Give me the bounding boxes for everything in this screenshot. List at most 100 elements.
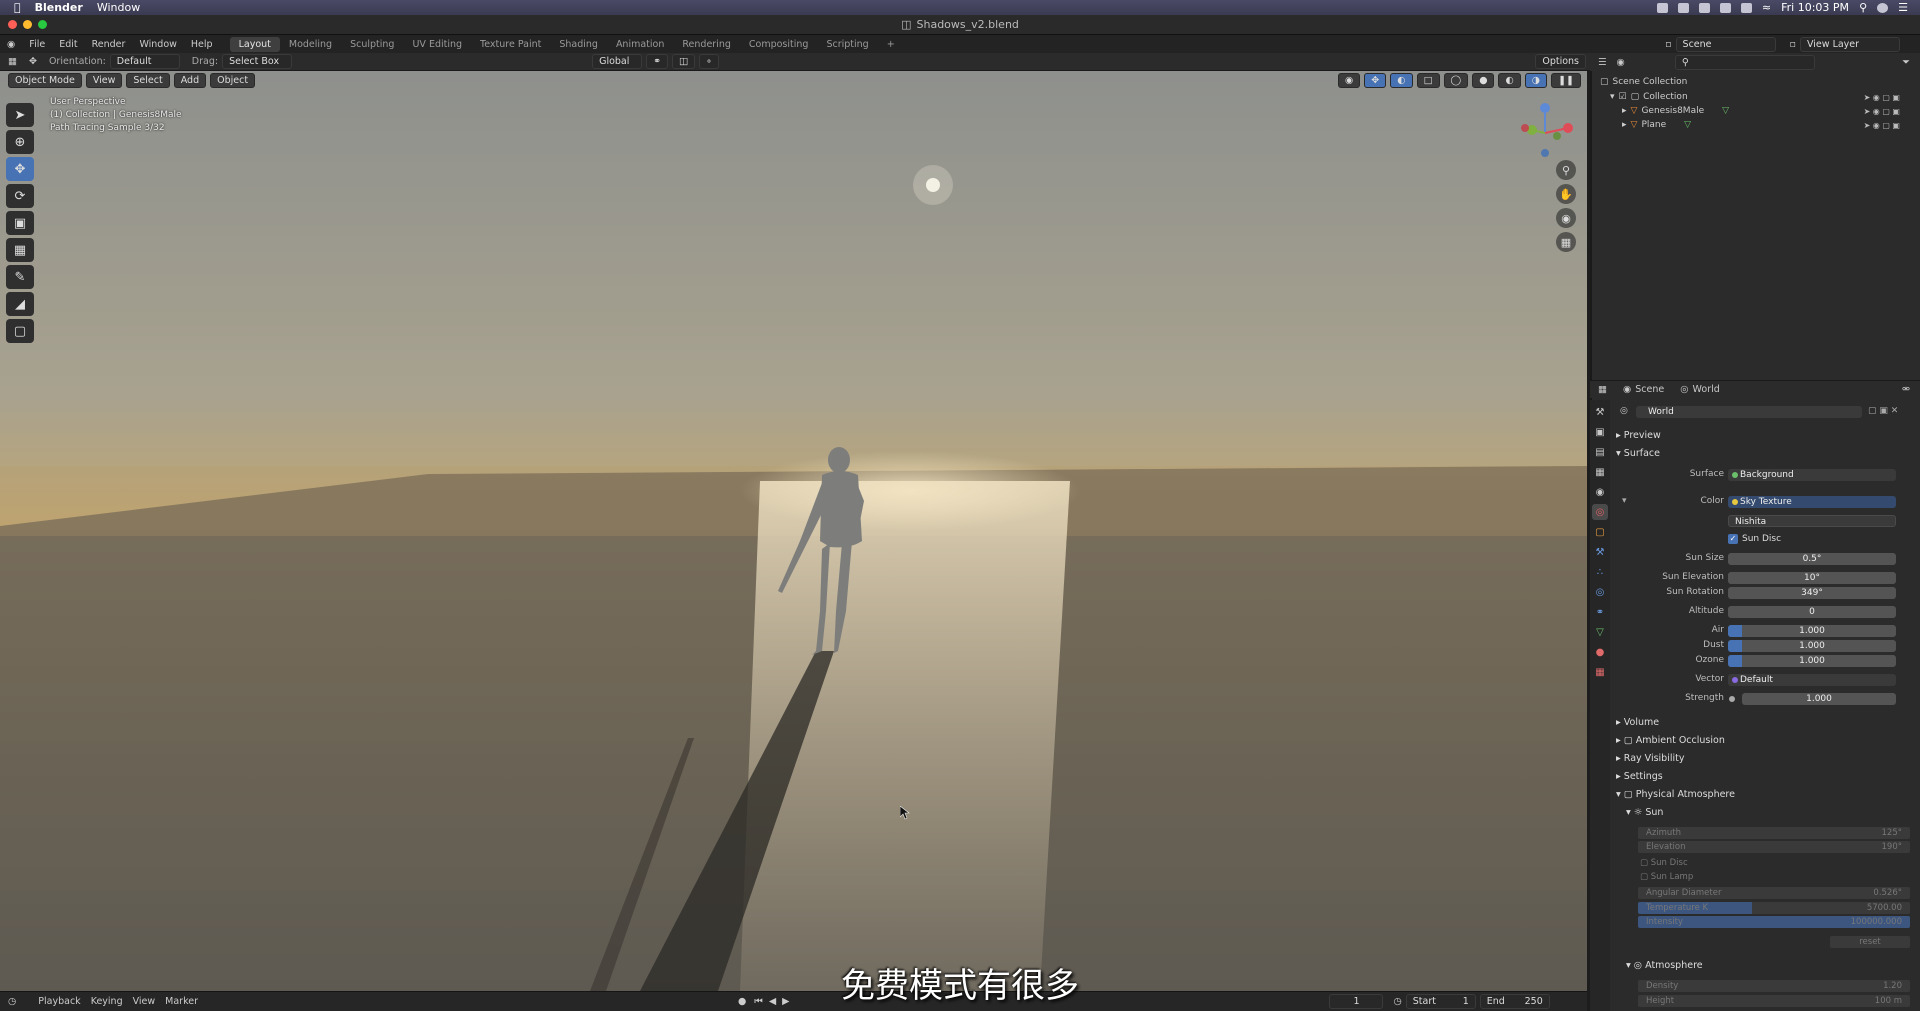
zoom-window-button[interactable] <box>38 20 47 29</box>
control-center-icon[interactable]: ☰ <box>1898 1 1908 14</box>
battery-icon[interactable] <box>1740 2 1752 13</box>
overlay-toggle-icon[interactable]: ◐ <box>1390 72 1413 88</box>
tab-layout[interactable]: Layout <box>229 36 280 52</box>
scene-tab-icon[interactable]: ◉ <box>1592 484 1608 500</box>
constraints-tab-icon[interactable]: ⚭ <box>1592 604 1608 620</box>
scale-tool-icon[interactable]: ▣ <box>6 211 34 235</box>
blender-logo-icon[interactable]: ◉ <box>0 39 22 50</box>
surface-shader-field[interactable]: Background <box>1728 469 1896 481</box>
physics-tab-icon[interactable]: ◎ <box>1592 584 1608 600</box>
world-tab-icon[interactable]: ◎ <box>1592 504 1608 520</box>
pan-hand-icon[interactable]: ✋ <box>1556 184 1576 204</box>
tab-rendering[interactable]: Rendering <box>673 37 740 52</box>
reset-button[interactable]: reset <box>1830 936 1910 948</box>
3d-viewport[interactable] <box>0 71 1587 991</box>
filter-icon[interactable]: ⏷ <box>1902 57 1910 68</box>
dust-field[interactable]: 1.000 <box>1728 640 1896 652</box>
sun-disc-disabled-row[interactable]: ▢ Sun Disc <box>1638 857 1910 869</box>
material-tab-icon[interactable]: ● <box>1592 644 1608 660</box>
apple-icon[interactable]:  <box>14 1 21 14</box>
context-scene[interactable]: Scene <box>1635 384 1664 395</box>
properties-editor-icon[interactable]: ▦ <box>1598 384 1607 395</box>
move-tool-icon[interactable]: ✥ <box>6 157 34 181</box>
zoom-icon[interactable]: ⚲ <box>1556 160 1576 180</box>
cursor-tool-icon[interactable]: ⊕ <box>6 130 34 154</box>
wireframe-shading-icon[interactable]: ◯ <box>1443 72 1469 88</box>
menubar-window[interactable]: Window <box>97 1 140 14</box>
measure-tool-icon[interactable]: ◢ <box>6 292 34 316</box>
view-layer-selector[interactable]: View Layer <box>1800 36 1900 52</box>
editor-type-icon[interactable]: ▦ <box>8 56 17 67</box>
add-workspace-icon[interactable]: + <box>878 37 904 52</box>
tab-uv-editing[interactable]: UV Editing <box>403 37 471 52</box>
select-tool-icon[interactable]: ➤ <box>6 103 34 127</box>
particles-tab-icon[interactable]: ∴ <box>1592 564 1608 580</box>
outliner-scene-collection[interactable]: ▢ Scene Collection <box>1600 75 1687 89</box>
collection-checkbox[interactable]: ☑ <box>1619 92 1627 102</box>
snap-icon[interactable]: ◫ <box>672 54 696 69</box>
material-shading-icon[interactable]: ◐ <box>1498 72 1521 88</box>
outliner-item-plane[interactable]: ▸ ▽ Plane ▽ ➤ ◉ ▢ ▣ <box>1622 118 1910 132</box>
ambient-occlusion-panel-header[interactable]: ▸ ▢ Ambient Occlusion <box>1616 735 1725 746</box>
menu-render[interactable]: Render <box>85 39 133 50</box>
visibility-toggles[interactable]: ➤ ◉ ▢ ▣ <box>1864 121 1900 130</box>
proportional-edit-icon[interactable]: ∘ <box>699 54 719 69</box>
menubar-app-name[interactable]: Blender <box>35 1 83 14</box>
options-dropdown[interactable]: Options <box>1535 54 1586 69</box>
tool-tab-icon[interactable]: ⚒ <box>1592 404 1608 420</box>
pin-icon[interactable]: ⚮ <box>1902 384 1910 395</box>
azimuth-field[interactable]: Azimuth 125° <box>1638 827 1910 839</box>
settings-panel-header[interactable]: ▸ Settings <box>1616 771 1663 782</box>
elevation-field[interactable]: Elevation 190° <box>1638 841 1910 853</box>
output-tab-icon[interactable]: ▤ <box>1592 444 1608 460</box>
intensity-field[interactable]: Intensity 100000.000 <box>1638 916 1910 928</box>
expand-icon[interactable]: ▸ <box>1622 120 1627 130</box>
surface-panel-header[interactable]: ▾ Surface <box>1616 448 1660 459</box>
orientation-dropdown[interactable]: Default <box>109 54 180 69</box>
tab-shading[interactable]: Shading <box>550 37 607 52</box>
volume-panel-header[interactable]: ▸ Volume <box>1616 717 1659 728</box>
preview-panel-header[interactable]: ▸ Preview <box>1616 430 1661 441</box>
world-name-field[interactable]: World <box>1636 406 1862 418</box>
sky-type-dropdown[interactable]: Nishita <box>1728 515 1896 527</box>
object-menu[interactable]: Object <box>210 72 256 88</box>
ortho-grid-icon[interactable]: ▦ <box>1556 232 1576 252</box>
view-layer-icon[interactable]: ▫ <box>1790 39 1796 50</box>
vector-field[interactable]: Default <box>1728 674 1896 686</box>
sun-lamp-row[interactable]: ▢ Sun Lamp <box>1638 871 1910 883</box>
color-expand-icon[interactable]: ▾ <box>1622 496 1627 506</box>
menu-window[interactable]: Window <box>132 39 183 50</box>
sun-rotation-field[interactable]: 349° <box>1728 587 1896 599</box>
scene-icon[interactable]: ▫ <box>1665 39 1671 50</box>
status-icon[interactable] <box>1656 2 1668 13</box>
pause-render-icon[interactable]: ❚❚ <box>1551 72 1581 88</box>
render-tab-icon[interactable]: ▣ <box>1592 424 1608 440</box>
outliner-editor-icon[interactable]: ☰ <box>1598 57 1607 68</box>
add-cube-tool-icon[interactable]: ▢ <box>6 319 34 343</box>
tab-compositing[interactable]: Compositing <box>740 37 818 52</box>
modifier-tab-icon[interactable]: ⚒ <box>1592 544 1608 560</box>
rotate-tool-icon[interactable]: ⟳ <box>6 184 34 208</box>
solid-shading-icon[interactable]: ● <box>1472 72 1495 88</box>
transform-orientation-dropdown[interactable]: Global <box>592 54 643 69</box>
tab-sculpting[interactable]: Sculpting <box>341 37 403 52</box>
outliner-collection[interactable]: ▾ ☑ ▢ Collection ➤ ◉ ▢ ▣ <box>1610 90 1910 104</box>
gizmo-toggle-icon[interactable]: ✥ <box>1364 72 1387 88</box>
context-world[interactable]: World <box>1693 384 1720 395</box>
visibility-icon[interactable]: ◉ <box>1338 72 1361 88</box>
outliner-search[interactable]: ⚲ <box>1674 54 1815 70</box>
object-tab-icon[interactable]: ▢ <box>1592 524 1608 540</box>
data-tab-icon[interactable]: ▽ <box>1592 624 1608 640</box>
sun-elevation-field[interactable]: 10° <box>1728 572 1896 584</box>
add-menu[interactable]: Add <box>173 72 207 88</box>
display-icon[interactable] <box>1719 2 1731 13</box>
tab-modeling[interactable]: Modeling <box>280 37 341 52</box>
display-mode-icon[interactable]: ◉ <box>1617 57 1625 68</box>
world-datablock-icon[interactable]: ◎ <box>1620 406 1628 416</box>
rendered-shading-icon[interactable]: ◑ <box>1524 72 1548 88</box>
tab-animation[interactable]: Animation <box>607 37 673 52</box>
view-layer-tab-icon[interactable]: ▦ <box>1592 464 1608 480</box>
minimize-window-button[interactable] <box>23 20 32 29</box>
view-menu[interactable]: View <box>85 72 123 88</box>
visibility-toggles[interactable]: ➤ ◉ ▢ ▣ <box>1864 93 1900 102</box>
